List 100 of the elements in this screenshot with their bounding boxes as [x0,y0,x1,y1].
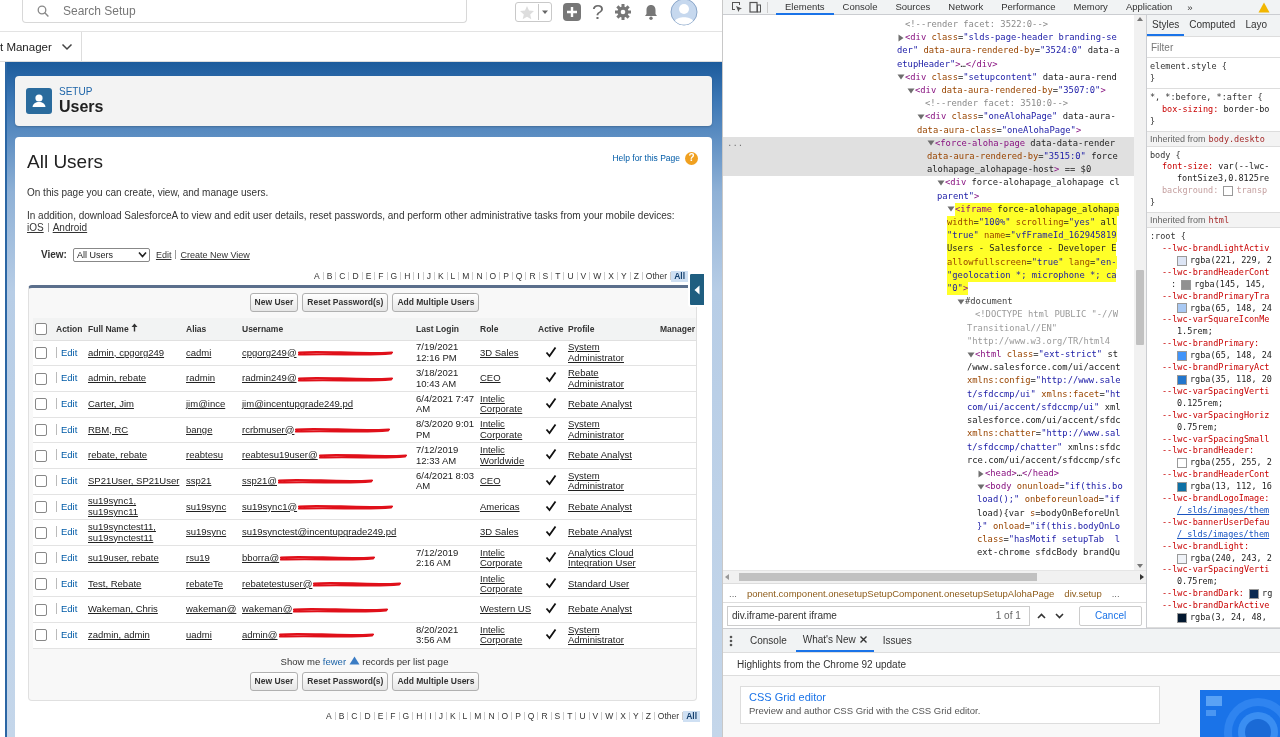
letter-filter[interactable]: Y [630,710,642,722]
role-link[interactable]: Intelic Corporate [480,419,534,441]
add-icon[interactable] [562,2,582,22]
username-link[interactable]: admin@ [242,630,278,641]
cancel-button[interactable]: Cancel [1079,605,1142,626]
expanded-arrow-icon[interactable] [977,482,985,491]
row-checkbox[interactable] [35,398,47,411]
expanded-arrow-icon[interactable] [967,350,975,359]
selected-row[interactable]: <force-aloha-page data-data-render data-aura-rendered-by="3515:0" force alohapage_alohapage-host> == $0 ... [723,136,1134,177]
role-link[interactable]: 3D Sales [480,347,519,359]
user-name-link[interactable]: zadmin, admin [88,630,150,641]
alias-link[interactable]: rsu19 [186,553,210,564]
panel-tab[interactable]: Elements [776,0,834,15]
letter-filter[interactable]: S [551,710,564,722]
letter-filter[interactable]: E [362,270,375,282]
drawer-tab[interactable]: Console [743,629,794,652]
letter-filter[interactable]: Y [618,270,630,282]
letter-filter[interactable]: S [539,270,552,282]
username-link[interactable]: rcrbmuser@ [242,424,295,436]
letter-filter[interactable]: J [423,270,434,282]
breadcrumb-item[interactable]: div.setup [1064,587,1102,599]
letter-filter[interactable]: Other [654,710,683,722]
row-checkbox[interactable] [35,500,47,513]
search-box[interactable]: Search Setup [22,0,467,23]
letter-filter[interactable]: A [311,270,323,282]
letter-filter[interactable]: C [348,710,361,722]
styles-tab[interactable]: Layo [1240,15,1273,36]
alias-link[interactable]: bange [186,424,213,436]
letter-filter[interactable]: K [434,270,447,282]
edit-link[interactable]: Edit [56,629,78,641]
username-link[interactable]: rebatetestuser@ [242,578,313,590]
user-name-link[interactable]: admin, cpgorg249 [88,347,165,359]
settings-icon[interactable] [613,3,632,21]
edit-link[interactable]: Edit [56,475,78,487]
scroll-right-arrow-icon[interactable] [1138,573,1146,581]
profile-link[interactable]: System Administrator [568,624,656,646]
role-link[interactable]: Intelic Corporate [480,573,534,595]
user-name-link[interactable]: su19synctest11, su19synctest11 [88,522,182,544]
letter-filter[interactable]: Q [524,710,538,722]
letter-filter[interactable]: Z [642,710,654,722]
alias-link[interactable]: uadmi [186,630,212,641]
username-link[interactable]: ssp21@ [242,476,277,487]
letter-filter[interactable]: P [500,270,512,282]
letter-filter[interactable]: V [589,710,602,722]
expanded-arrow-icon[interactable] [897,73,905,82]
profile-link[interactable]: Rebate Analyst [568,450,632,461]
letter-filter[interactable]: N [473,270,486,282]
action-button[interactable]: Add Multiple Users [392,292,480,312]
letter-filter[interactable]: X [617,710,629,722]
alias-link[interactable]: cadmi [186,347,212,359]
role-link[interactable]: Western US [480,604,532,615]
color-swatch[interactable] [1249,589,1259,600]
alias-link[interactable]: su19sync [186,501,227,513]
username-link[interactable]: jim@incentupgrade249.pd [242,398,354,410]
color-swatch[interactable] [1177,351,1187,362]
column-header[interactable]: Full Name [88,324,129,334]
collapsed-arrow-icon[interactable] [897,33,905,42]
inspect-icon[interactable] [731,1,743,13]
edit-link[interactable]: Edit [56,577,78,589]
color-swatch[interactable] [1177,255,1187,266]
source-link[interactable]: body.deskto [1208,133,1265,144]
user-name-link[interactable]: Wakeman, Chris [88,604,158,615]
letter-filter[interactable]: V [577,270,590,282]
color-swatch[interactable] [1223,186,1234,197]
action-button[interactable]: New User [249,671,299,691]
alias-link[interactable]: jim@ince [186,398,226,410]
username-link[interactable]: reabtesu19user@ [242,450,318,461]
letter-filter[interactable]: L [459,710,471,722]
select-all-checkbox[interactable] [35,322,47,335]
user-name-link[interactable]: su19user, rebate [88,553,159,564]
find-field[interactable]: div.iframe-parent iframe [732,610,996,621]
letter-filter[interactable]: P [512,710,524,722]
letter-filter[interactable]: G [387,270,401,282]
role-link[interactable]: Intelic Corporate [480,624,534,646]
expanded-arrow-icon[interactable] [957,297,965,306]
letter-filter[interactable]: J [435,710,446,722]
letter-filter[interactable]: M [459,270,473,282]
row-checkbox[interactable] [35,603,47,616]
user-name-link[interactable]: su19sync1, su19sync11 [88,496,182,518]
panel-tab[interactable]: Performance [992,0,1065,15]
letter-filter[interactable]: B [335,710,348,722]
color-swatch[interactable] [1177,303,1187,314]
letter-filter[interactable]: I [414,270,423,282]
edit-link[interactable]: Edit [56,423,78,435]
panel-tab[interactable]: Application [1116,0,1182,15]
edit-link[interactable]: Edit [56,500,78,512]
expanded-arrow-icon[interactable] [937,179,945,188]
row-checkbox[interactable] [35,449,47,462]
expanded-arrow-icon[interactable] [907,86,915,95]
alias-link[interactable]: rebateTe [186,578,223,590]
letter-filter[interactable]: Other [642,270,671,282]
collapsed-arrow-icon[interactable] [977,469,985,478]
letter-filter[interactable]: R [538,710,551,722]
role-link[interactable]: Intelic Worldwide [480,445,534,467]
search-field[interactable]: Search Setup [63,4,363,18]
color-swatch[interactable] [1177,374,1187,385]
expanded-arrow-icon[interactable] [917,113,925,121]
filter-field[interactable]: Filter [1151,41,1251,53]
more-icon[interactable] [729,634,733,647]
nav-tab[interactable]: t Manager [0,32,82,61]
